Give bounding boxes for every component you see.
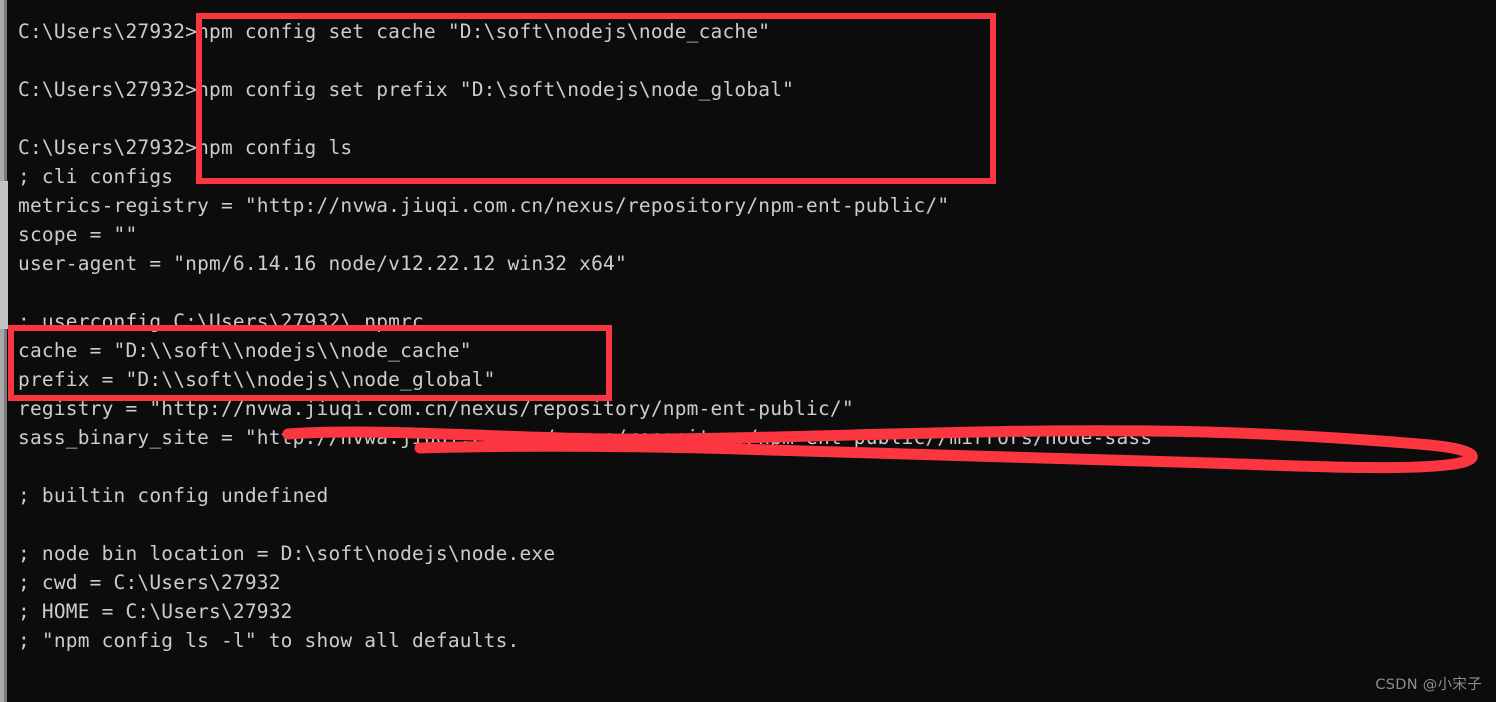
terminal-line: ; cwd = C:\Users\27932 [18,571,281,594]
terminal-line: metrics-registry = "http://nvwa.jiuqi.co… [18,194,950,217]
terminal-line: cache = "D:\\soft\\nodejs\\node_cache" [18,339,472,362]
window-left-frame-shade [4,0,7,702]
window-left-frame [0,0,7,702]
terminal-line: ; userconfig C:\Users\27932\.npmrc [18,310,424,333]
terminal-line: C:\Users\27932>npm config set cache "D:\… [18,20,771,43]
terminal-output-area[interactable]: C:\Users\27932>npm config set cache "D:\… [8,0,1496,702]
terminal-line: user-agent = "npm/6.14.16 node/v12.22.12… [18,252,627,275]
terminal-line: ; node bin location = D:\soft\nodejs\nod… [18,542,556,565]
terminal-line: scope = "" [18,223,138,246]
window-left-frame-highlight [0,181,8,329]
terminal-line: prefix = "D:\\soft\\nodejs\\node_global" [18,368,496,391]
terminal-line: C:\Users\27932>npm config ls [18,136,353,159]
terminal-line: ; builtin config undefined [18,484,329,507]
terminal-line: ; "npm config ls -l" to show all default… [18,629,520,652]
terminal-screenshot: C:\Users\27932>npm config set cache "D:\… [0,0,1496,702]
terminal-line: sass_binary_site = "http://nvwa.jiuqi.co… [18,426,1165,449]
terminal-line: C:\Users\27932>npm config set prefix "D:… [18,78,795,101]
terminal-line: ; cli configs [18,165,174,188]
terminal-line: ; HOME = C:\Users\27932 [18,600,293,623]
terminal-line: registry = "http://nvwa.jiuqi.com.cn/nex… [18,397,854,420]
csdn-watermark: CSDN @小宋子 [1375,677,1482,693]
